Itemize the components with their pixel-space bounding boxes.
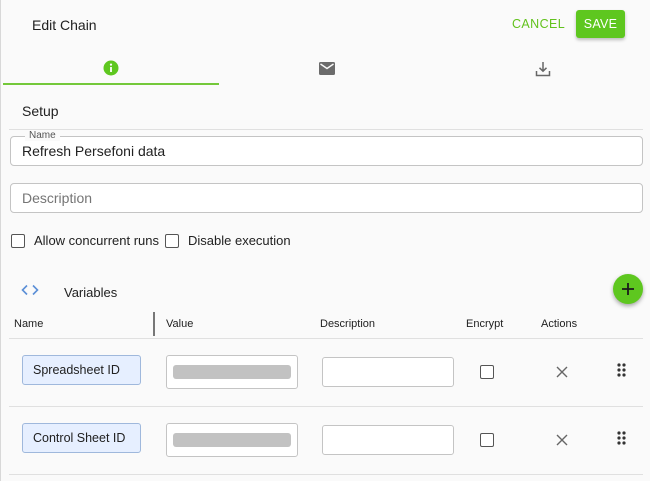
section-title-setup: Setup (22, 103, 59, 119)
close-icon[interactable] (556, 434, 568, 446)
checkbox-box[interactable] (165, 233, 179, 248)
dialog-title: Edit Chain (32, 17, 97, 33)
checkbox-box[interactable] (11, 233, 25, 248)
info-icon (103, 60, 119, 75)
variable-description-field[interactable] (322, 425, 454, 455)
drag-handle-icon[interactable] (617, 363, 626, 377)
variables-title: Variables (64, 285, 118, 300)
variable-description-field[interactable] (322, 357, 454, 387)
edit-chain-dialog: Edit Chain CANCEL SAVE Setup Name Refres… (0, 0, 650, 481)
description-input[interactable] (11, 184, 642, 212)
tab-bar (3, 52, 650, 86)
cancel-button[interactable]: CANCEL (512, 17, 565, 31)
variable-name: Control Sheet ID (33, 431, 126, 445)
table-divider (9, 338, 643, 339)
variable-value-field[interactable] (166, 355, 298, 389)
name-field: Name (10, 130, 643, 166)
encrypt-checkbox[interactable] (480, 433, 494, 447)
description-field (10, 183, 643, 213)
download-icon (535, 61, 551, 76)
variables-code-toggle[interactable] (21, 284, 39, 296)
name-input[interactable] (11, 137, 642, 165)
close-icon[interactable] (556, 366, 568, 378)
variable-name-chip[interactable]: Control Sheet ID (22, 423, 141, 453)
table-divider (9, 474, 643, 475)
mail-icon (319, 62, 335, 75)
masked-value (173, 433, 291, 447)
table-divider (9, 406, 643, 407)
encrypt-checkbox[interactable] (480, 365, 494, 379)
name-field-label: Name (25, 130, 60, 141)
column-resize-handle[interactable] (153, 312, 155, 336)
masked-value (173, 365, 291, 379)
column-header-encrypt: Encrypt (466, 318, 504, 330)
add-variable-button[interactable] (613, 274, 643, 304)
divider (9, 129, 643, 130)
save-button[interactable]: SAVE (576, 10, 625, 38)
tab-info[interactable] (3, 52, 219, 85)
tab-export[interactable] (435, 52, 650, 85)
allow-concurrent-runs-checkbox[interactable]: Allow concurrent runs (11, 233, 159, 248)
column-header-description: Description (320, 318, 376, 330)
variable-name: Spreadsheet ID (33, 363, 120, 377)
drag-handle-icon[interactable] (617, 431, 626, 445)
column-header-actions: Actions (541, 318, 578, 330)
disable-execution-checkbox[interactable]: Disable execution (165, 233, 291, 248)
variable-value-field[interactable] (166, 423, 298, 457)
variable-name-chip[interactable]: Spreadsheet ID (22, 355, 141, 385)
disable-execution-label: Disable execution (188, 233, 291, 248)
tab-email[interactable] (219, 52, 435, 85)
column-header-name: Name (14, 318, 44, 330)
column-header-value: Value (166, 318, 194, 330)
code-icon (21, 284, 39, 296)
allow-concurrent-runs-label: Allow concurrent runs (34, 233, 159, 248)
plus-icon (622, 283, 634, 295)
